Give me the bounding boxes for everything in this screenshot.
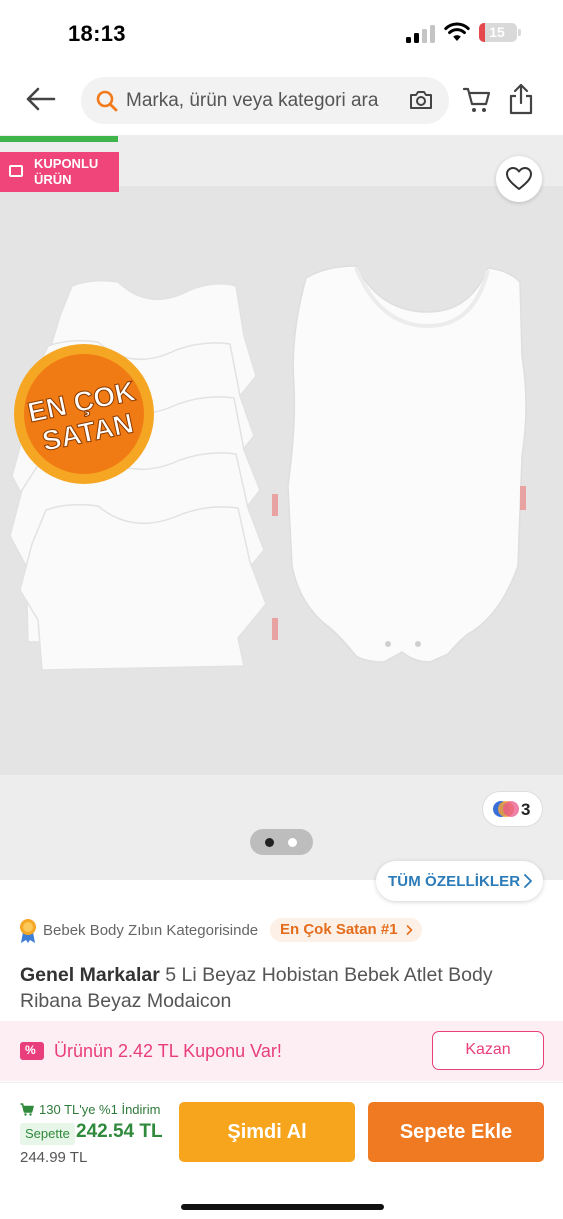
basket-discount-text: 130 TL'ye %1 İndirim [39,1102,161,1117]
all-features-label: TÜM ÖZELLİKLER [388,873,521,890]
coupon-badge-line1: KUPONLU [34,156,99,171]
top-navigation [0,66,563,136]
pager-dot[interactable] [288,838,297,847]
camera-icon[interactable] [408,88,434,112]
best-seller-rank-chip[interactable]: En Çok Satan #1 [270,918,422,942]
coupon-text: Ürünün 2.42 TL Kuponu Var! [54,1041,282,1061]
arrow-left-icon[interactable] [22,84,60,114]
best-seller-badge: EN ÇOK SATAN [14,344,154,484]
category-ranking: Bebek Body Zıbın Kategorisinde En Çok Sa… [18,917,558,945]
cellular-signal-icon [406,25,436,43]
status-time: 18:13 [68,21,126,46]
gallery-progress-bar [0,136,119,142]
bottom-action-bar: 130 TL'ye %1 İndirim Sepette 242.54 TL 2… [0,1082,563,1219]
medal-icon [20,919,36,943]
search-bar[interactable] [81,77,449,124]
cart-icon[interactable] [463,86,491,114]
ranking-category-text: Bebek Body Zıbın Kategorisinde [43,922,259,939]
product-title: Genel Markalar 5 Li Beyaz Hobistan Bebek… [20,962,540,1014]
favorite-button[interactable] [496,156,542,202]
color-variants-chip[interactable]: 3 [482,791,543,827]
coupon-badge-line2: ÜRÜN [34,172,72,187]
pager-dot-active[interactable] [265,838,274,847]
color-swatch-icon [493,801,519,817]
earn-coupon-button[interactable]: Kazan [432,1031,544,1070]
best-seller-rank-label: En Çok Satan #1 [280,921,398,938]
coupon-product-badge: KUPONLU ÜRÜN [0,152,119,192]
wifi-icon [444,22,470,41]
basket-price-label: Sepette [20,1123,75,1145]
coupon-banner: % Ürünün 2.42 TL Kuponu Var! Kazan [0,1021,563,1081]
battery-cap [518,29,521,36]
status-bar: 18:13 15 [0,0,563,66]
search-icon [96,90,118,112]
all-features-button[interactable]: TÜM ÖZELLİKLER [376,861,543,901]
chevron-right-icon [524,874,532,888]
product-gallery[interactable]: KUPONLU ÜRÜN EN ÇOK SATAN 3 [0,136,563,880]
coupon-badge-text: KUPONLU ÜRÜN [34,156,118,188]
product-detail-screen: 18:13 15 Marka, ürün veya kategori ara K… [0,0,563,1219]
cart-icon [20,1103,34,1116]
original-price: 244.99 TL [20,1149,88,1166]
search-input[interactable] [126,77,406,124]
coupon-icon-symbol: % [25,1043,36,1057]
buy-now-button[interactable]: Şimdi Al [179,1102,355,1162]
add-to-cart-button[interactable]: Sepete Ekle [368,1102,544,1162]
gallery-pager[interactable] [250,829,313,855]
chevron-right-icon [406,925,412,935]
share-icon[interactable] [508,83,534,115]
basket-price: 242.54 TL [76,1121,163,1142]
color-variant-count: 3 [521,800,531,819]
ticket-icon [9,165,23,177]
product-brand[interactable]: Genel Markalar [20,964,160,986]
home-indicator [181,1204,384,1210]
battery-level: 15 [489,24,505,40]
battery-indicator: 15 [479,23,517,42]
heart-icon [506,167,532,190]
coupon-icon: % [20,1042,44,1060]
